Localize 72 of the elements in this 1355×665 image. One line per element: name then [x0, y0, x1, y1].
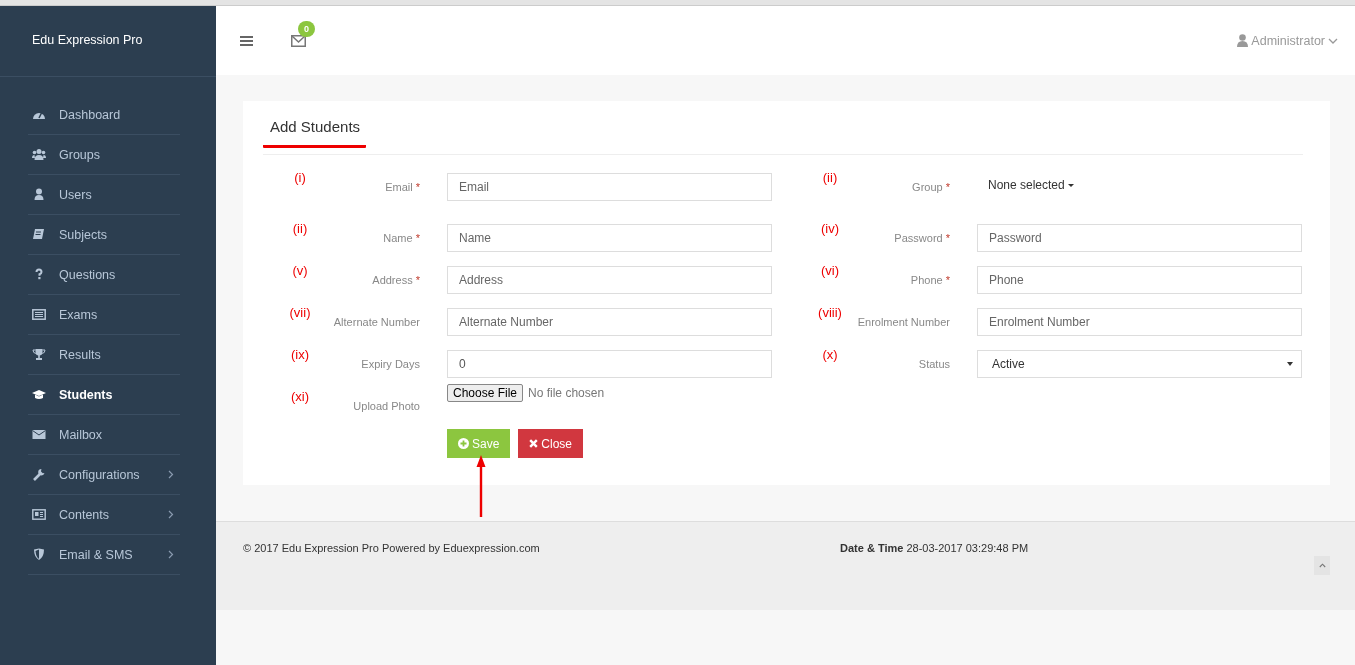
user-icon [32, 188, 46, 201]
annotation-label: (xi) [290, 389, 309, 404]
shield-icon [32, 548, 46, 561]
input-field[interactable]: Email [447, 173, 772, 201]
field-label: Enrolment Number [857, 316, 950, 328]
sidebar-item[interactable]: Dashboard [28, 95, 180, 135]
input-field[interactable]: 0 [447, 350, 772, 378]
book-icon [32, 228, 46, 241]
sidebar-item[interactable]: Exams [28, 295, 180, 335]
list-icon [32, 308, 46, 321]
sidebar-item[interactable]: Contents [28, 495, 180, 535]
trophy-icon [32, 348, 46, 361]
users-icon [32, 148, 46, 161]
annotation-label: (iv) [820, 221, 839, 236]
caret-icon [1067, 183, 1074, 187]
input-field[interactable]: Name [447, 224, 772, 252]
annotation-label: (vi) [820, 263, 839, 278]
user-icon [1237, 34, 1249, 47]
field-label: Password * [894, 232, 950, 244]
menu-icon[interactable] [240, 34, 254, 47]
sidebar-item[interactable]: Email & SMS [28, 535, 180, 575]
envelope-icon[interactable] [291, 34, 306, 47]
annotation-label: (vii) [289, 305, 311, 320]
annotation-label: (i) [294, 170, 306, 185]
close-button[interactable]: Close [518, 429, 584, 458]
chevron-down-icon [1328, 37, 1338, 44]
field-label: Expiry Days [361, 358, 420, 370]
copyright-text: © 2017 Edu Expression Pro Powered by Eduexpression.com [243, 542, 541, 554]
field-label: Status [918, 358, 950, 370]
field-label: Phone * [910, 274, 950, 286]
sidebar-item[interactable]: Questions [28, 255, 180, 295]
field-label: Upload Photo [353, 400, 420, 412]
caret-icon [1287, 362, 1293, 366]
annotation-label: (ii) [822, 170, 838, 185]
annotation-label: (ii) [292, 221, 308, 236]
sidebar-item[interactable]: Subjects [28, 215, 180, 255]
annotation-label: (viii) [818, 305, 842, 320]
newspaper-icon [32, 508, 46, 521]
sidebar-item[interactable]: Mailbox [28, 415, 180, 455]
group-dropdown[interactable]: None selected [977, 175, 1085, 195]
field-label: Name * [383, 232, 420, 244]
input-field[interactable]: Enrolment Number [977, 308, 1302, 336]
sidebar-item[interactable]: Configurations [28, 455, 180, 495]
input-field[interactable]: Alternate Number [447, 308, 772, 336]
field-label: Alternate Number [333, 316, 420, 328]
close-icon [529, 439, 539, 448]
input-field[interactable]: Password [977, 224, 1302, 252]
file-status-text: No file chosen [528, 386, 605, 400]
field-label: Group * [912, 181, 950, 193]
count-badge: 0 [298, 20, 315, 37]
input-field[interactable]: Address [447, 266, 772, 294]
sidebar-item[interactable]: Results [28, 335, 180, 375]
field-label: Email * [385, 181, 420, 193]
field-label: Address * [372, 274, 420, 286]
wrench-icon [32, 468, 46, 481]
annotation-label: (ix) [290, 347, 309, 362]
annotation-label: (v) [292, 263, 308, 278]
plus-circle-icon [458, 438, 469, 449]
annotation-arrow [476, 455, 486, 517]
sidebar-item[interactable]: Users [28, 175, 180, 215]
date-time-text: Date & Time 28-03-2017 03:29:48 PM [840, 542, 1030, 554]
annotation-label: (x) [822, 347, 838, 362]
input-field[interactable]: Phone [977, 266, 1302, 294]
status-select[interactable]: Active [977, 350, 1302, 378]
graduation-cap-icon [32, 388, 46, 401]
panel-title: Add Students [263, 118, 367, 148]
brand-name: Edu Expression Pro [32, 33, 143, 47]
sidebar-item[interactable]: Students [28, 375, 180, 415]
envelope-icon [32, 428, 46, 441]
sidebar-item[interactable]: Groups [28, 135, 180, 175]
choose-file-button[interactable]: Choose File [447, 384, 524, 402]
chevron-up-icon [1318, 563, 1326, 568]
